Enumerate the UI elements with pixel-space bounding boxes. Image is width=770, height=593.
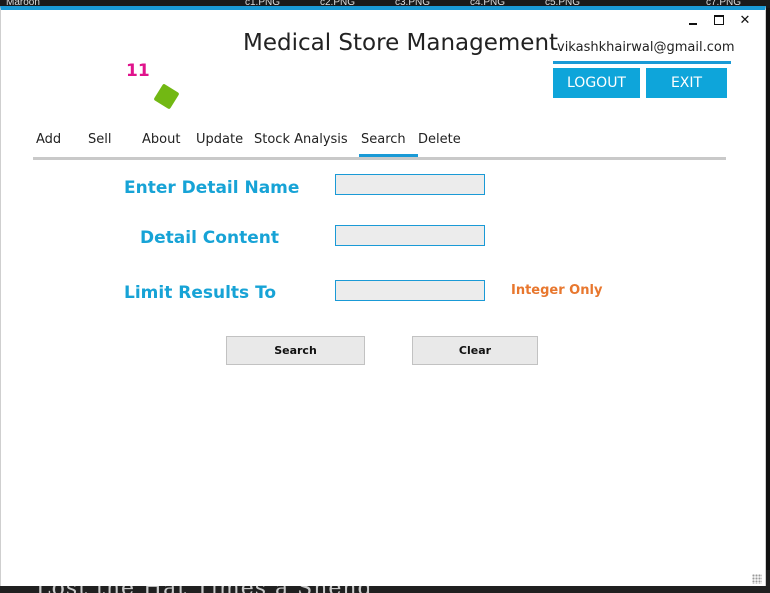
close-icon: ✕ <box>739 12 751 27</box>
app-window: ✕ Medical Store Management vikashkhairwa… <box>0 6 766 586</box>
detail-content-label: Detail Content <box>140 228 279 248</box>
maximize-button[interactable] <box>713 13 725 27</box>
detail-name-input[interactable] <box>335 174 485 195</box>
limit-results-label: Limit Results To <box>124 283 277 303</box>
tab-stock-analysis[interactable]: Stock Analysis <box>254 132 348 147</box>
tab-bar: Add Sell About Update Stock Analysis Sea… <box>33 129 726 160</box>
minimize-button[interactable] <box>687 13 699 27</box>
maximize-icon <box>714 15 724 25</box>
tab-add[interactable]: Add <box>36 132 61 147</box>
email-underline <box>553 61 731 64</box>
green-diamond-icon <box>153 83 180 110</box>
close-button[interactable]: ✕ <box>739 13 751 27</box>
counter-badge: 11 <box>126 61 150 81</box>
integer-only-hint: Integer Only <box>511 283 603 298</box>
active-tab-indicator <box>359 154 418 157</box>
exit-button[interactable]: EXIT <box>646 68 727 98</box>
tab-sell[interactable]: Sell <box>88 132 111 147</box>
app-title: Medical Store Management <box>243 30 559 56</box>
detail-content-input[interactable] <box>335 225 485 246</box>
user-email: vikashkhairwal@gmail.com <box>557 40 735 55</box>
tab-about[interactable]: About <box>142 132 180 147</box>
logout-button[interactable]: LOGOUT <box>553 68 640 98</box>
window-controls: ✕ <box>687 13 751 27</box>
resize-grip[interactable] <box>752 574 762 584</box>
detail-name-label: Enter Detail Name <box>124 178 300 198</box>
minimize-icon <box>689 23 697 25</box>
tab-search[interactable]: Search <box>361 132 406 147</box>
search-button[interactable]: Search <box>226 336 365 365</box>
tab-update[interactable]: Update <box>196 132 243 147</box>
tab-delete[interactable]: Delete <box>418 132 461 147</box>
clear-button[interactable]: Clear <box>412 336 538 365</box>
limit-results-input[interactable] <box>335 280 485 301</box>
